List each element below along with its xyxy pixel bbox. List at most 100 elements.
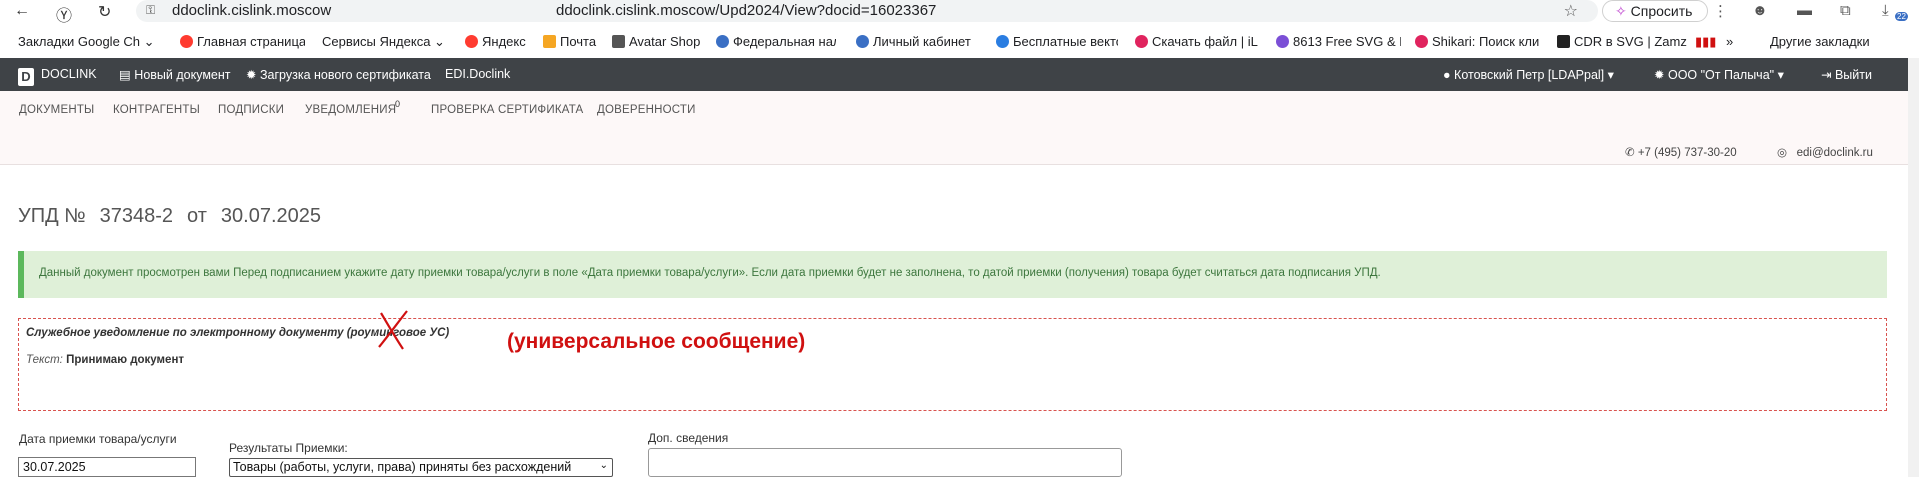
brand-name: DOCLINK: [41, 67, 97, 81]
edi-link[interactable]: EDI.Doclink: [445, 67, 510, 81]
heart-icon: [1135, 35, 1148, 48]
menu-contractors[interactable]: КОНТРАГЕНТЫ: [113, 104, 200, 116]
site-info-icon[interactable]: ⚿: [146, 3, 155, 18]
bookmark-label: Закладки Google Ch: [18, 34, 141, 49]
bookmark-item[interactable]: Федеральная нал: [716, 34, 836, 49]
notifications-count-badge: 0: [395, 99, 401, 109]
extension-badge: 22: [1895, 12, 1908, 21]
service-notice: Служебное уведомление по электронному до…: [18, 318, 1887, 411]
reload-icon[interactable]: ↻: [98, 2, 111, 22]
mail-icon: [543, 35, 556, 48]
user-menu[interactable]: ● Котовский Петр [LDAPpal] ▾: [1443, 67, 1614, 82]
logout-link[interactable]: ⇥ Выйти: [1821, 67, 1872, 82]
ask-icon: ✧: [1615, 3, 1627, 19]
bookmark-label: Скачать файл | iL: [1152, 34, 1258, 49]
logo-letter: D: [18, 68, 34, 86]
menu-subscriptions[interactable]: ПОДПИСКИ: [218, 104, 284, 116]
page-scrollbar[interactable]: [1908, 58, 1919, 477]
menu-dots-icon[interactable]: ⋮: [1713, 2, 1728, 20]
bookmark-item[interactable]: Яндекс: [465, 34, 535, 49]
yandex-icon: [180, 35, 193, 48]
notice-text-label: Текст:: [26, 354, 63, 366]
bookmark-item[interactable]: Сервисы Яндекса ⌄: [322, 34, 452, 50]
more-bookmarks-icon[interactable]: »: [1726, 34, 1733, 49]
results-selected-value: Товары (работы, услуги, права) приняты б…: [233, 460, 572, 474]
vector-site-icon: [996, 35, 1009, 48]
bookmark-label: Бесплатные векто: [1013, 34, 1118, 49]
shikari-icon: [1415, 35, 1428, 48]
bookmark-item[interactable]: Почта: [543, 34, 605, 49]
phone-icon: ✆: [1625, 147, 1635, 159]
new-document-link[interactable]: ▤ Новый документ: [119, 67, 231, 82]
back-icon[interactable]: ←: [14, 2, 30, 20]
bar-chart-icon[interactable]: ▮▮▮: [1695, 34, 1716, 50]
menu-check-certificate[interactable]: ПРОВЕРКА СЕРТИФИКАТА: [431, 104, 583, 116]
bookmark-item[interactable]: Shikari: Поиск кли: [1415, 34, 1545, 49]
user-icon: ●: [1443, 68, 1451, 82]
new-document-label: Новый документ: [134, 68, 231, 82]
menu-notifications[interactable]: УВЕДОМЛЕНИЯ: [305, 104, 396, 116]
ask-button-label: Спросить: [1630, 3, 1693, 19]
bookmark-item[interactable]: Личный кабинет: [856, 34, 982, 49]
address-host: ddoclink.cislink.moscow: [172, 2, 332, 19]
gear-icon: ✹: [246, 68, 257, 82]
ask-button[interactable]: ✧ Спросить: [1602, 0, 1708, 22]
bookmark-item[interactable]: Avatar Shop: [612, 34, 708, 49]
bookmark-item[interactable]: Бесплатные векто: [996, 34, 1118, 49]
annotation-text: (универсальное сообщение): [507, 330, 806, 353]
red-cross-mark: [378, 310, 408, 350]
yandex-icon: [465, 35, 478, 48]
extension-icon[interactable]: ▬: [1797, 2, 1812, 19]
bookmark-label: Shikari: Поиск кли: [1432, 34, 1540, 49]
tax-service-icon: [716, 35, 729, 48]
info-alert: Данный документ просмотрен вами Перед по…: [18, 251, 1887, 298]
doc-date: 30.07.2025: [220, 205, 321, 227]
bookmark-item[interactable]: Скачать файл | iL: [1135, 34, 1263, 49]
address-bar[interactable]: ⚿ ddoclink.cislink.moscow ddoclink.cisli…: [136, 0, 1598, 22]
bookmark-item[interactable]: Главная страница: [180, 34, 305, 49]
bookmark-label: Личный кабинет: [873, 34, 971, 49]
bookmark-item[interactable]: Закладки Google Ch ⌄: [18, 34, 158, 50]
email-icon: ◎: [1777, 147, 1788, 159]
tax-service-icon: [856, 35, 869, 48]
document-icon: ▤: [119, 68, 131, 82]
bookmark-label: CDR в SVG | Zamz: [1574, 34, 1687, 49]
bookmark-label: Яндекс: [482, 34, 526, 49]
doc-from: от: [187, 205, 207, 227]
user-name: Котовский Петр [LDAPpal]: [1454, 68, 1605, 82]
upload-certificate-label: Загрузка нового сертификата: [259, 68, 431, 82]
upload-certificate-link[interactable]: ✹ Загрузка нового сертификата: [246, 67, 431, 82]
yandex-icon[interactable]: Ⓨ: [56, 2, 72, 26]
email-contact[interactable]: ◎ edi@doclink.ru: [1777, 145, 1873, 159]
page-title: УПД № 37348-2 от 30.07.2025: [18, 205, 335, 228]
cdr-icon: [1557, 35, 1570, 48]
bookmark-item[interactable]: 8613 Free SVG & F: [1276, 34, 1401, 49]
notice-text-value: Принимаю документ: [66, 354, 185, 366]
org-menu[interactable]: ✹ ООО "От Палыча" ▾: [1654, 67, 1784, 82]
extra-info-label: Доп. сведения: [648, 431, 729, 445]
doc-type: УПД №: [18, 205, 86, 227]
extension-avatar-icon[interactable]: ☻: [1752, 2, 1768, 19]
brand-logo[interactable]: D DOCLINK: [18, 67, 97, 86]
downloads-icon[interactable]: ⤓: [1882, 2, 1889, 19]
extra-info-textarea[interactable]: [648, 448, 1122, 477]
phone-contact[interactable]: ✆ +7 (495) 737-30-20: [1625, 145, 1737, 159]
bookmark-star-icon[interactable]: ☆: [1564, 1, 1578, 21]
bookmark-label: Федеральная нал: [733, 34, 836, 49]
notice-text: Текст: Принимаю документ: [26, 354, 184, 366]
caret-down-icon: ▾: [1607, 68, 1614, 82]
doc-number: 37348-2: [99, 205, 174, 227]
bookmark-label: 8613 Free SVG & F: [1293, 34, 1401, 49]
results-select[interactable]: Товары (работы, услуги, права) приняты б…: [229, 458, 613, 477]
extensions-puzzle-icon[interactable]: ⧉: [1840, 2, 1851, 19]
bookmark-label: Почта: [560, 34, 597, 49]
logout-label: Выйти: [1834, 68, 1872, 82]
menu-powers-of-attorney[interactable]: ДОВЕРЕННОСТИ: [597, 104, 696, 116]
menu-documents[interactable]: ДОКУМЕНТЫ: [19, 104, 94, 116]
other-bookmarks[interactable]: Другие закладки: [1770, 34, 1870, 49]
accept-date-input[interactable]: 30.07.2025: [18, 457, 196, 477]
email-address: edi@doclink.ru: [1796, 147, 1873, 159]
svg-site-icon: [1276, 35, 1289, 48]
app-topbar: D DOCLINK ▤ Новый документ ✹ Загрузка нов…: [0, 58, 1908, 91]
bookmark-item[interactable]: CDR в SVG | Zamz: [1557, 34, 1689, 49]
